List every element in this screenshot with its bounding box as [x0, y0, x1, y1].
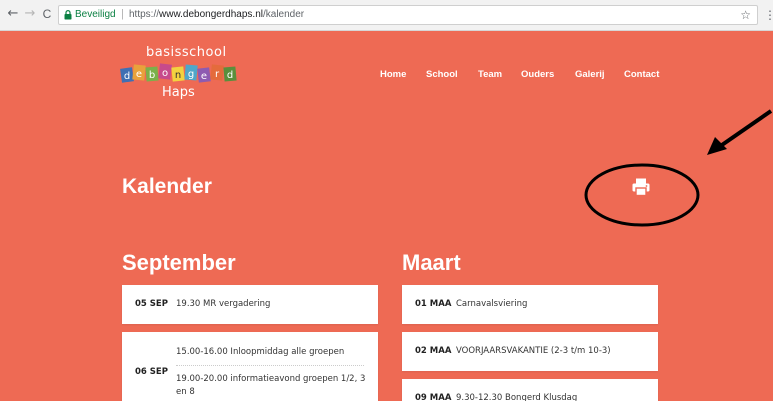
bookmark-star-icon[interactable]: ☆ [740, 8, 751, 22]
svg-text:n: n [175, 70, 181, 81]
event-card[interactable]: 01 MAA Carnavalsviering [402, 285, 658, 324]
event-text: 19.00-20.00 informatieavond groepen 1/2,… [176, 374, 366, 397]
nav-team[interactable]: Team [478, 69, 502, 80]
nav-galerij[interactable]: Galerij [575, 69, 605, 80]
page-content: basisschool d e b o n g e r d Haps Home … [0, 31, 773, 401]
month-heading-maart: Maart [402, 250, 461, 275]
event-date: 05 SEP [135, 299, 168, 309]
event-date: 02 MAA [415, 346, 452, 356]
address-bar[interactable]: Beveiligd | https://www.debongerdhaps.nl… [58, 5, 758, 25]
event-date: 09 MAA [415, 393, 452, 401]
event-date: 06 SEP [135, 367, 168, 377]
event-divider [176, 365, 364, 366]
event-text: VOORJAARSVAKANTIE (2-3 t/m 10-3) [456, 346, 611, 356]
svg-text:b: b [149, 70, 155, 81]
browser-toolbar: ← → C Beveiligd | https://www.debongerdh… [0, 0, 773, 31]
url-separator: | [121, 8, 124, 20]
event-card[interactable]: 02 MAA VOORJAARSVAKANTIE (2-3 t/m 10-3) [402, 332, 658, 371]
svg-text:g: g [188, 69, 194, 80]
nav-contact[interactable]: Contact [624, 69, 659, 80]
nav-ouders[interactable]: Ouders [521, 69, 554, 80]
event-date: 01 MAA [415, 299, 452, 309]
svg-text:o: o [162, 68, 168, 79]
back-arrow-icon[interactable]: ← [6, 7, 20, 21]
reload-icon[interactable]: C [40, 7, 54, 21]
event-card[interactable]: 09 MAA 9.30-12.30 Bongerd Klusdag [402, 379, 658, 401]
page-title: Kalender [122, 175, 212, 198]
svg-text:d: d [124, 71, 130, 82]
svg-text:e: e [136, 69, 142, 80]
event-text: 9.30-12.30 Bongerd Klusdag [456, 393, 578, 401]
event-card[interactable]: 05 SEP 19.30 MR vergadering [122, 285, 378, 324]
printer-icon[interactable] [631, 177, 651, 197]
forward-arrow-icon[interactable]: → [23, 7, 37, 21]
site-logo[interactable]: basisschool d e b o n g e r d Haps [120, 45, 250, 105]
event-card[interactable]: 06 SEP 15.00-16.00 Inloopmiddag alle gro… [122, 332, 378, 401]
secure-label: Beveiligd [75, 9, 116, 20]
lock-icon [64, 10, 72, 20]
event-text: 15.00-16.00 Inloopmiddag alle groepen [176, 347, 345, 357]
event-text: 19.30 MR vergadering [176, 299, 271, 309]
event-text: Carnavalsviering [456, 299, 528, 309]
nav-school[interactable]: School [426, 69, 458, 80]
browser-menu-icon[interactable]: ⋮ [764, 8, 773, 22]
url-text: https://www.debongerdhaps.nl/kalender [129, 9, 305, 20]
logo-top-text: basisschool [146, 45, 227, 60]
logo-bottom-text: Haps [162, 85, 195, 100]
logo-letter-strip: d e b o n g e r d [120, 63, 237, 83]
annotation-arrow [707, 109, 773, 155]
month-heading-september: September [122, 250, 236, 275]
nav-home[interactable]: Home [380, 69, 406, 80]
svg-text:d: d [227, 70, 233, 81]
svg-text:e: e [201, 71, 207, 82]
